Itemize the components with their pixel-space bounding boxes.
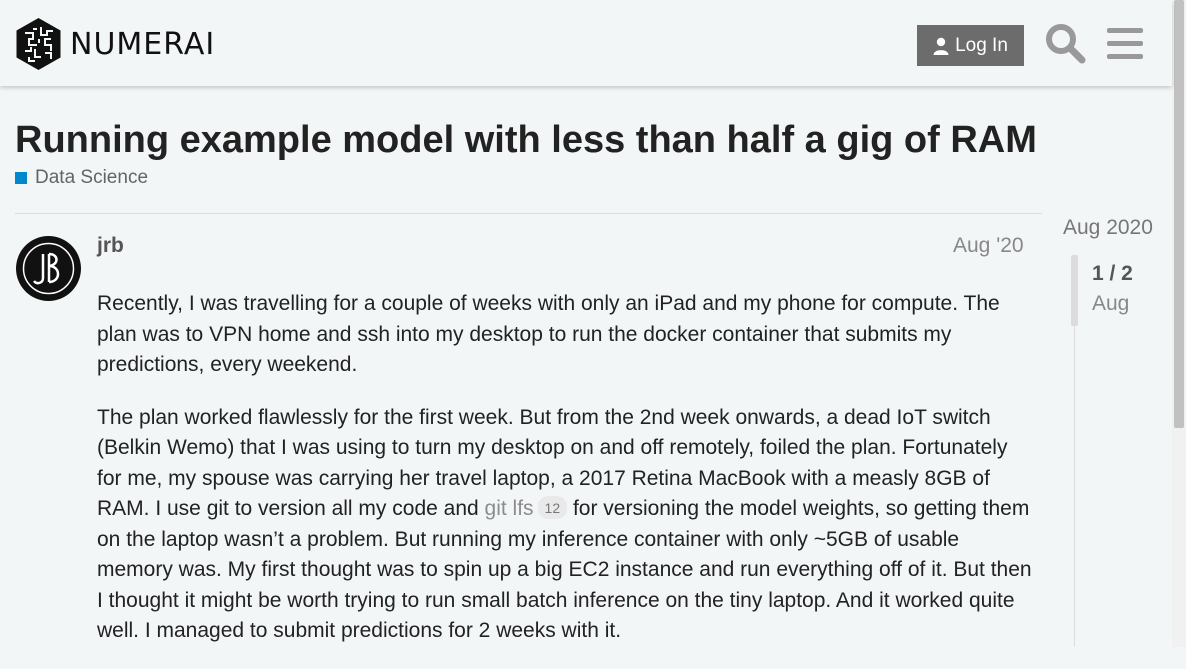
timeline-handle[interactable] — [1071, 255, 1078, 326]
brand-name: NUMERAI — [70, 26, 216, 62]
timeline-current-date: Aug — [1092, 292, 1130, 315]
hamburger-icon — [1107, 28, 1143, 59]
category-name: Data Science — [35, 167, 149, 188]
post-paragraph: Recently, I was travelling for a couple … — [97, 292, 1000, 376]
avatar-image — [16, 236, 81, 301]
user-icon — [933, 37, 949, 55]
menu-button[interactable] — [1107, 26, 1143, 65]
category-color-square — [15, 172, 27, 184]
git-lfs-link[interactable]: git lfs — [485, 497, 534, 520]
login-button[interactable]: Log In — [917, 25, 1024, 66]
category-badge[interactable]: Data Science — [15, 167, 148, 189]
post-paragraph: The plan worked flawlessly for the first… — [97, 403, 1037, 647]
timeline-position: 1 / 2 — [1092, 262, 1133, 285]
timeline-start-date[interactable]: Aug 2020 — [1063, 216, 1153, 240]
site-header: NUMERAI Log In — [0, 0, 1172, 86]
search-button[interactable] — [1044, 22, 1086, 69]
title-divider — [15, 213, 1042, 214]
scrollbar-thumb[interactable] — [1174, 0, 1184, 428]
search-icon — [1046, 24, 1086, 64]
numerai-logo-icon — [16, 18, 61, 70]
page-scrollbar[interactable] — [1172, 0, 1186, 647]
numerai-logo[interactable]: NUMERAI — [15, 17, 215, 71]
post-username[interactable]: jrb — [97, 234, 124, 258]
link-click-count: 12 — [537, 496, 568, 519]
topic-title[interactable]: Running example model with less than hal… — [15, 119, 1037, 162]
post-body: Recently, I was travelling for a couple … — [97, 289, 1037, 669]
avatar[interactable] — [16, 236, 81, 301]
post-date[interactable]: Aug '20 — [953, 234, 1024, 258]
login-label: Log In — [955, 34, 1008, 56]
